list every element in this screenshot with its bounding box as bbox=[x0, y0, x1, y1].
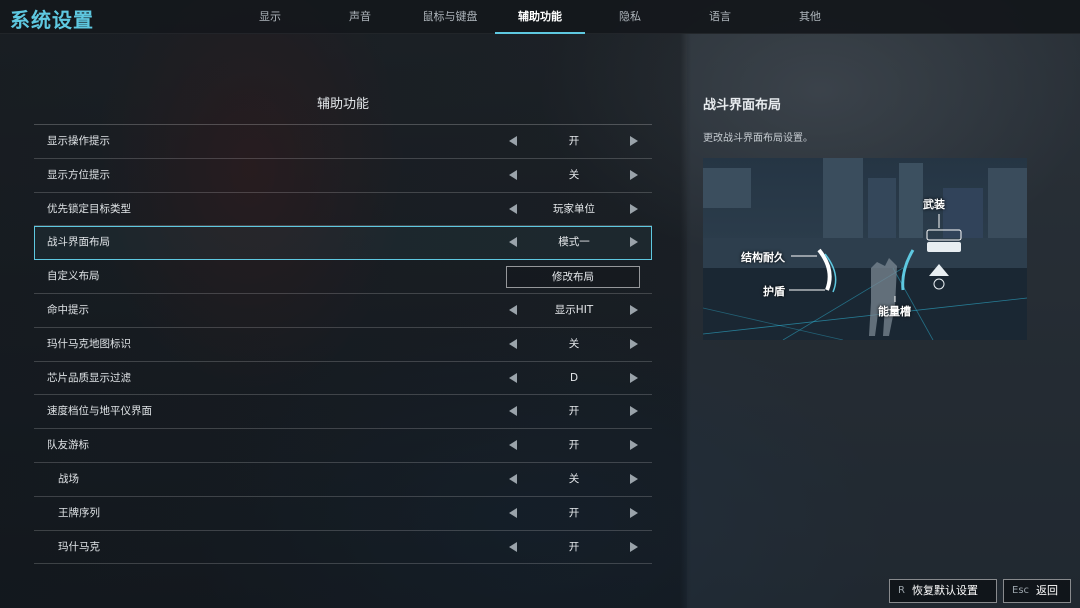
caret-right-icon[interactable] bbox=[630, 136, 638, 146]
caret-right-icon[interactable] bbox=[630, 440, 638, 451]
setting-label: 速度档位与地平仪界面 bbox=[47, 405, 152, 418]
back-label: 返回 bbox=[1036, 584, 1059, 597]
armament-widget bbox=[927, 242, 961, 252]
tab-4[interactable]: 隐私 bbox=[585, 0, 675, 34]
setting-value: 关 bbox=[568, 337, 580, 350]
caret-left-icon[interactable] bbox=[509, 473, 517, 484]
setting-value: 开 bbox=[568, 540, 580, 553]
back-key-hint: Esc bbox=[1012, 585, 1030, 596]
description-panel: 战斗界面布局 更改战斗界面布局设置。 武装 结构耐久 护盾 能量槽 bbox=[687, 34, 1080, 608]
setting-value: 开 bbox=[568, 506, 580, 519]
setting-row[interactable]: 自定义布局 修改布局 bbox=[34, 260, 652, 294]
setting-value: 关 bbox=[568, 472, 580, 485]
setting-value: 显示HIT bbox=[554, 303, 594, 316]
setting-label: 显示操作提示 bbox=[47, 135, 110, 147]
callout-energy: 能量槽 bbox=[878, 305, 911, 318]
callout-shield: 护盾 bbox=[763, 285, 785, 298]
caret-right-icon[interactable] bbox=[630, 203, 638, 214]
callout-armament: 武装 bbox=[923, 198, 945, 211]
caret-left-icon[interactable] bbox=[509, 136, 517, 146]
setting-label: 自定义布局 bbox=[47, 270, 100, 283]
setting-value: 关 bbox=[568, 168, 580, 181]
setting-label: 玛什马克地图标识 bbox=[47, 337, 131, 350]
preview-building bbox=[823, 158, 863, 248]
callout-durability: 结构耐久 bbox=[741, 251, 785, 264]
tab-1[interactable]: 声音 bbox=[315, 0, 405, 34]
caret-left-icon[interactable] bbox=[509, 440, 517, 451]
tab-6[interactable]: 其他 bbox=[765, 0, 855, 34]
page-title: 系统设置 bbox=[10, 8, 94, 32]
caret-right-icon[interactable] bbox=[630, 338, 638, 349]
caret-right-icon[interactable] bbox=[630, 169, 638, 180]
reset-key-hint: R bbox=[898, 585, 905, 596]
reset-defaults-label: 恢复默认设置 bbox=[911, 584, 978, 597]
caret-left-icon[interactable] bbox=[509, 406, 517, 417]
settings-list: 显示操作提示开显示方位提示关优先锁定目标类型 玩家单位 战斗界面布局 模式一 自定义布局… bbox=[34, 124, 652, 565]
setting-value: 开 bbox=[568, 135, 580, 147]
tab-bar: 显示 声音 鼠标与键盘 辅助功能 隐私 语言 其他 bbox=[225, 0, 855, 34]
description-text: 更改战斗界面布局设置。 bbox=[703, 133, 813, 144]
caret-right-icon[interactable] bbox=[630, 541, 638, 552]
description-title: 战斗界面布局 bbox=[703, 98, 782, 113]
setting-row[interactable]: 玛什马克 开 bbox=[34, 531, 652, 565]
setting-row[interactable]: 战场 关 bbox=[34, 463, 652, 497]
caret-left-icon[interactable] bbox=[509, 372, 517, 383]
setting-label: 命中提示 bbox=[47, 303, 89, 316]
tab-5[interactable]: 语言 bbox=[675, 0, 765, 34]
caret-right-icon[interactable] bbox=[630, 406, 638, 417]
setting-value: 开 bbox=[568, 405, 580, 418]
setting-label: 玛什马克 bbox=[58, 540, 100, 553]
setting-value: 玩家单位 bbox=[553, 202, 595, 215]
section-heading: 辅助功能 bbox=[316, 97, 369, 112]
back-button[interactable]: Esc 返回 bbox=[1003, 579, 1071, 603]
caret-left-icon[interactable] bbox=[509, 237, 517, 248]
tab-0[interactable]: 显示 bbox=[225, 0, 315, 34]
setting-label: 战场 bbox=[58, 472, 79, 485]
caret-right-icon[interactable] bbox=[630, 473, 638, 484]
tab-3[interactable]: 辅助功能 bbox=[495, 0, 585, 34]
setting-row[interactable]: 队友游标 开 bbox=[34, 429, 652, 463]
setting-label: 优先锁定目标类型 bbox=[47, 202, 131, 215]
caret-left-icon[interactable] bbox=[509, 304, 517, 315]
setting-row[interactable]: 王牌序列 开 bbox=[34, 497, 652, 531]
setting-row[interactable]: 显示方位提示 关 bbox=[34, 159, 652, 193]
caret-right-icon[interactable] bbox=[630, 237, 638, 248]
caret-left-icon[interactable] bbox=[509, 169, 517, 180]
layout-preview-image: 武装 结构耐久 护盾 能量槽 bbox=[703, 158, 1027, 340]
preview-building bbox=[703, 168, 751, 208]
caret-left-icon[interactable] bbox=[509, 541, 517, 552]
setting-label: 战斗界面布局 bbox=[47, 236, 110, 249]
caret-right-icon[interactable] bbox=[630, 507, 638, 518]
setting-label: 队友游标 bbox=[47, 439, 89, 452]
setting-row[interactable]: 战斗界面布局 模式一 bbox=[34, 226, 652, 261]
setting-row[interactable]: 命中提示 显示HIT bbox=[34, 294, 652, 328]
setting-row[interactable]: 优先锁定目标类型 玩家单位 bbox=[34, 193, 652, 227]
reset-defaults-button[interactable]: R 恢复默认设置 bbox=[889, 579, 997, 603]
caret-left-icon[interactable] bbox=[509, 338, 517, 349]
caret-right-icon[interactable] bbox=[630, 304, 638, 315]
setting-value: 模式一 bbox=[558, 236, 590, 249]
modify-layout-button[interactable]: 修改布局 bbox=[506, 266, 640, 289]
caret-left-icon[interactable] bbox=[509, 203, 517, 214]
setting-label: 王牌序列 bbox=[58, 506, 100, 519]
top-bar: 系统设置 显示 声音 鼠标与键盘 辅助功能 隐私 语言 其他 bbox=[0, 0, 1080, 34]
caret-left-icon[interactable] bbox=[509, 507, 517, 518]
setting-row[interactable]: 玛什马克地图标识 关 bbox=[34, 328, 652, 362]
setting-row[interactable]: 显示操作提示 开 bbox=[34, 125, 652, 159]
setting-label: 显示方位提示 bbox=[47, 168, 110, 181]
tab-2[interactable]: 鼠标与键盘 bbox=[405, 0, 495, 34]
setting-value: D bbox=[569, 371, 579, 384]
caret-right-icon[interactable] bbox=[630, 372, 638, 383]
setting-label: 芯片品质显示过滤 bbox=[47, 371, 131, 384]
preview-ground bbox=[703, 268, 1027, 340]
setting-row[interactable]: 速度档位与地平仪界面 开 bbox=[34, 395, 652, 430]
setting-row[interactable]: 芯片品质显示过滤 D bbox=[34, 362, 652, 396]
setting-value: 开 bbox=[568, 439, 580, 452]
